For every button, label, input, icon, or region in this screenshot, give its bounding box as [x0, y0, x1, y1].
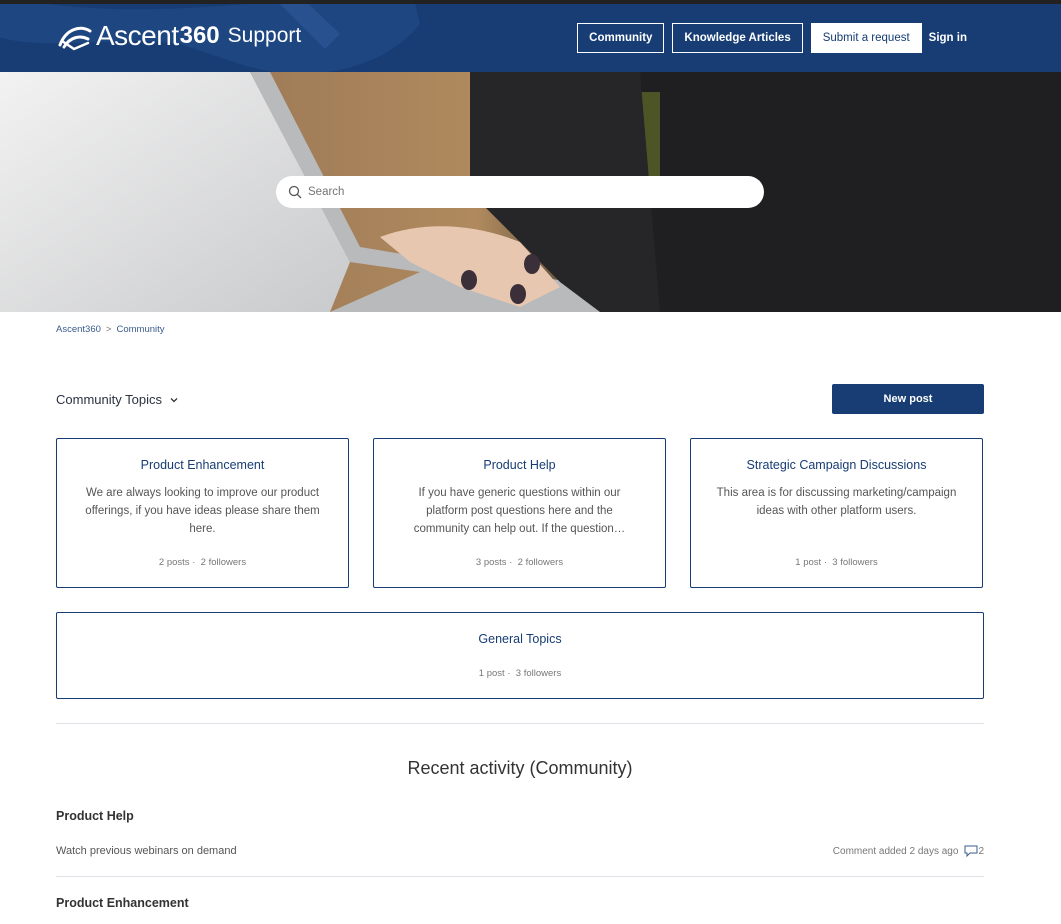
search-input[interactable] — [308, 186, 708, 198]
brand-number: 360 — [179, 22, 220, 49]
activity-topic-link[interactable]: Product Help — [56, 809, 134, 823]
topic-card-product-enhancement[interactable]: Product Enhancement We are always lookin… — [56, 438, 349, 588]
topic-description: We are always looking to improve our pro… — [85, 487, 320, 535]
topic-title[interactable]: Product Enhancement — [57, 458, 348, 472]
nav-knowledge-articles-button[interactable]: Knowledge Articles — [672, 23, 803, 53]
comment-count: 2 — [978, 845, 984, 857]
community-topics-label: Community Topics — [56, 392, 162, 407]
search-icon — [288, 185, 302, 199]
community-topics-dropdown[interactable]: Community Topics — [56, 392, 179, 407]
brand-logo[interactable]: Ascent 360 Support — [58, 20, 301, 52]
submit-request-button[interactable]: Submit a request — [810, 23, 922, 53]
topic-description: If you have generic questions within our… — [413, 487, 626, 535]
activity-divider — [56, 876, 984, 877]
topic-stats: 3 posts · 2 followers — [475, 557, 564, 568]
topic-card-product-help[interactable]: Product Help If you have generic questio… — [373, 438, 666, 588]
breadcrumb-community-link[interactable]: Community — [116, 324, 164, 335]
topic-card-strategic-campaign[interactable]: Strategic Campaign Discussions This area… — [690, 438, 983, 588]
activity-topic-link[interactable]: Product Enhancement — [56, 896, 189, 910]
activity-meta: Comment added 2 days ago 2 — [833, 845, 984, 857]
topic-stats: 2 posts · 2 followers — [158, 557, 247, 568]
activity-post-link[interactable]: Watch previous webinars on demand — [56, 845, 237, 857]
recent-activity-heading: Recent activity (Community) — [407, 758, 633, 778]
activity-meta-text: Comment added 2 days ago — [832, 845, 959, 857]
nav-community-button[interactable]: Community — [577, 23, 665, 53]
topic-title[interactable]: General Topics — [57, 632, 983, 646]
sign-in-link[interactable]: Sign in — [929, 32, 967, 44]
topic-title[interactable]: Product Help — [374, 458, 665, 472]
topic-title[interactable]: Strategic Campaign Discussions — [691, 458, 982, 472]
comment-icon — [964, 845, 978, 857]
topic-stats: 1 post · 3 followers — [478, 668, 562, 679]
new-post-button[interactable]: New post — [832, 384, 984, 414]
brand-support-label: Support — [227, 24, 302, 47]
section-divider — [56, 723, 984, 724]
topic-stats: 1 post · 3 followers — [795, 557, 878, 568]
breadcrumb-home-link[interactable]: Ascent360 — [56, 324, 101, 335]
breadcrumb-separator: > — [105, 324, 112, 335]
chevron-down-icon — [170, 397, 178, 402]
search-bar[interactable] — [276, 176, 764, 208]
topic-description: This area is for discussing marketing/ca… — [716, 487, 957, 517]
hero-banner — [0, 72, 1061, 312]
header-nav: Community Knowledge Articles Submit a re… — [569, 23, 967, 53]
site-header: Ascent 360 Support Community Knowledge A… — [0, 4, 1061, 72]
ascent-logo-icon — [58, 26, 92, 51]
brand-name: Ascent — [96, 20, 179, 51]
breadcrumb: Ascent360 > Community — [56, 324, 165, 335]
topic-card-general-topics[interactable]: General Topics 1 post · 3 followers — [56, 612, 984, 699]
